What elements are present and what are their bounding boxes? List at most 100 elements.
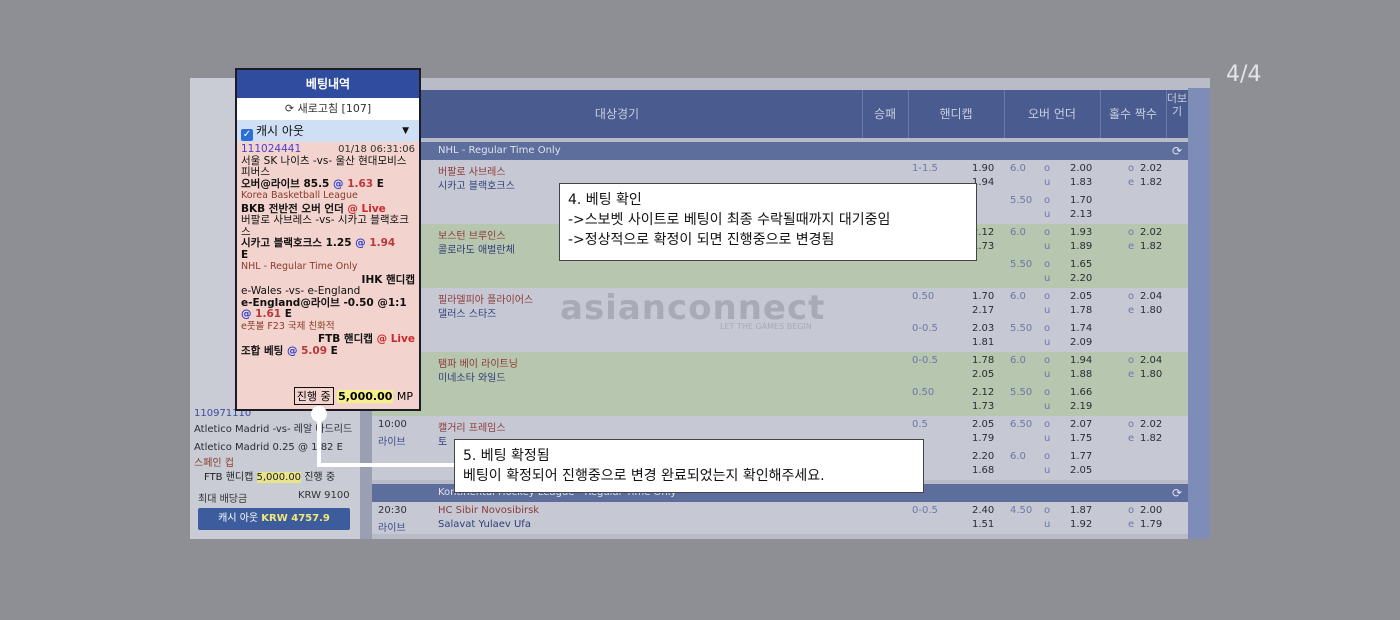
away-team[interactable]: 댈러스 스타즈	[438, 305, 496, 320]
cashout-button[interactable]: 캐시 아웃 KRW 4757.9	[198, 508, 350, 530]
over-label: o	[1044, 419, 1051, 430]
panel-title: 베팅내역	[237, 70, 419, 98]
under-odds[interactable]: 2.09	[1070, 337, 1092, 348]
betting-history-panel: 베팅내역 ⟳ 새로고침 [107] ✓ 캐시 아웃 ▼ 111024441 01/1…	[235, 68, 421, 411]
even-odds[interactable]: 1.80	[1140, 305, 1162, 316]
under-odds[interactable]: 2.19	[1070, 401, 1092, 412]
odd-odds[interactable]: 2.00	[1140, 505, 1162, 516]
under-odds[interactable]: 1.88	[1070, 369, 1092, 380]
over-odds[interactable]: 1.65	[1070, 259, 1092, 270]
handicap-home-odds[interactable]: 2.40	[972, 505, 994, 516]
handicap-away-odds[interactable]: 1.73	[972, 401, 994, 412]
odd-odds[interactable]: 2.04	[1140, 291, 1162, 302]
bg-bet-league: 스페인 컵	[194, 458, 234, 469]
handicap-home-odds[interactable]: 2.03	[972, 323, 994, 334]
handicap-line: 1-1.5	[912, 163, 938, 174]
handicap-away-odds[interactable]: 1.79	[972, 433, 994, 444]
header-more[interactable]: 더보기	[1166, 90, 1188, 118]
odd-odds[interactable]: 2.02	[1140, 227, 1162, 238]
checkbox-checked-icon[interactable]: ✓	[241, 129, 253, 141]
header-win-lose: 승패	[862, 90, 909, 138]
handicap-home-odds[interactable]: 2.20	[972, 451, 994, 462]
over-odds[interactable]: 2.07	[1070, 419, 1092, 430]
bet-id[interactable]: 111024441	[241, 143, 301, 155]
over-odds[interactable]: 1.93	[1070, 227, 1092, 238]
over-odds[interactable]: 1.87	[1070, 505, 1092, 516]
under-odds[interactable]: 2.20	[1070, 273, 1092, 284]
under-odds[interactable]: 1.89	[1070, 241, 1092, 252]
under-label: u	[1044, 177, 1051, 188]
odd-odds[interactable]: 2.02	[1140, 419, 1162, 430]
home-team[interactable]: HC Sibir Novosibirsk	[438, 505, 539, 516]
odd-label: o	[1128, 419, 1135, 430]
ou-line: 6.0	[1010, 451, 1026, 462]
home-team[interactable]: 필라델피아 플라이어스	[438, 291, 533, 306]
handicap-home-odds[interactable]: 2.05	[972, 419, 994, 430]
over-odds[interactable]: 2.05	[1070, 291, 1092, 302]
even-odds[interactable]: 1.82	[1140, 177, 1162, 188]
under-odds[interactable]: 1.78	[1070, 305, 1092, 316]
handicap-away-odds[interactable]: 2.17	[972, 305, 994, 316]
over-odds[interactable]: 1.94	[1070, 355, 1092, 366]
under-odds[interactable]: 2.05	[1070, 465, 1092, 476]
asianconnect-tagline: LET THE GAMES BEGIN	[720, 322, 812, 331]
bet-status-row: 진행 중 5,000.00 MP	[237, 387, 419, 405]
odd-odds[interactable]: 2.04	[1140, 355, 1162, 366]
handicap-away-odds[interactable]: 1.68	[972, 465, 994, 476]
home-team[interactable]: 보스턴 브루인스	[438, 227, 506, 242]
under-label: u	[1044, 519, 1051, 530]
home-team[interactable]: 버팔로 사브레스	[438, 163, 506, 178]
bet1-odds: 1.63	[347, 177, 374, 190]
even-label: e	[1128, 369, 1135, 380]
even-odds[interactable]: 1.79	[1140, 519, 1162, 530]
handicap-home-odds[interactable]: 1.78	[972, 355, 994, 366]
over-label: o	[1044, 291, 1051, 302]
handicap-home-odds[interactable]: 1.90	[972, 163, 994, 174]
handicap-away-odds[interactable]: 1.51	[972, 519, 994, 530]
away-team[interactable]: 토	[438, 433, 447, 448]
odd-odds[interactable]: 2.02	[1140, 163, 1162, 174]
handicap-line: 0-0.5	[912, 505, 938, 516]
away-team[interactable]: 시카고 블랙호크스	[438, 177, 515, 192]
handicap-home-odds[interactable]: 2.12	[972, 387, 994, 398]
even-odds[interactable]: 1.80	[1140, 369, 1162, 380]
away-team[interactable]: 미네소타 와일드	[438, 369, 506, 384]
under-label: u	[1044, 337, 1051, 348]
under-odds[interactable]: 1.75	[1070, 433, 1092, 444]
refresh-icon[interactable]: ⟳	[1172, 484, 1182, 502]
callout-step5-title: 5. 베팅 확정됨	[463, 448, 550, 464]
handicap-away-odds[interactable]: 2.05	[972, 369, 994, 380]
ou-line: 4.50	[1010, 505, 1033, 516]
even-odds[interactable]: 1.82	[1140, 433, 1162, 444]
handicap-line: 0.50	[912, 291, 935, 302]
refresh-button[interactable]: ⟳ 새로고침 [107]	[237, 98, 419, 120]
over-odds[interactable]: 1.66	[1070, 387, 1092, 398]
even-odds[interactable]: 1.82	[1140, 241, 1162, 252]
combo-odds: 5.09	[301, 344, 328, 357]
over-odds[interactable]: 1.70	[1070, 195, 1092, 206]
odd-label: o	[1128, 163, 1135, 174]
under-odds[interactable]: 1.92	[1070, 519, 1092, 530]
under-odds[interactable]: 1.83	[1070, 177, 1092, 188]
refresh-icon[interactable]: ⟳	[1172, 142, 1182, 160]
under-odds[interactable]: 2.13	[1070, 209, 1092, 220]
over-odds[interactable]: 1.74	[1070, 323, 1092, 334]
match-time: 20:30	[378, 505, 407, 516]
away-team[interactable]: Salavat Yulaev Ufa	[438, 519, 531, 530]
callout-step5: 5. 베팅 확정됨 베팅이 확정되어 진행중으로 변경 완료되었는지 확인해주세…	[454, 439, 924, 493]
over-odds[interactable]: 1.77	[1070, 451, 1092, 462]
cashout-filter[interactable]: ✓ 캐시 아웃 ▼	[237, 120, 419, 142]
handicap-home-odds[interactable]: 1.70	[972, 291, 994, 302]
handicap-away-odds[interactable]: 1.81	[972, 337, 994, 348]
league-name: NHL - Regular Time Only	[438, 145, 561, 156]
away-team[interactable]: 콜로라도 애벌란체	[438, 241, 515, 256]
home-team[interactable]: 탬파 베이 라이트닝	[438, 355, 518, 370]
even-label: e	[1128, 433, 1135, 444]
right-scrollbar[interactable]	[1188, 88, 1210, 539]
chevron-down-icon[interactable]: ▼	[402, 120, 409, 142]
over-odds[interactable]: 2.00	[1070, 163, 1092, 174]
over-label: o	[1044, 355, 1051, 366]
bet1-league: Korea Basketball League	[241, 190, 358, 201]
ou-line: 6.0	[1010, 355, 1026, 366]
home-team[interactable]: 캘거리 프레임스	[438, 419, 506, 434]
